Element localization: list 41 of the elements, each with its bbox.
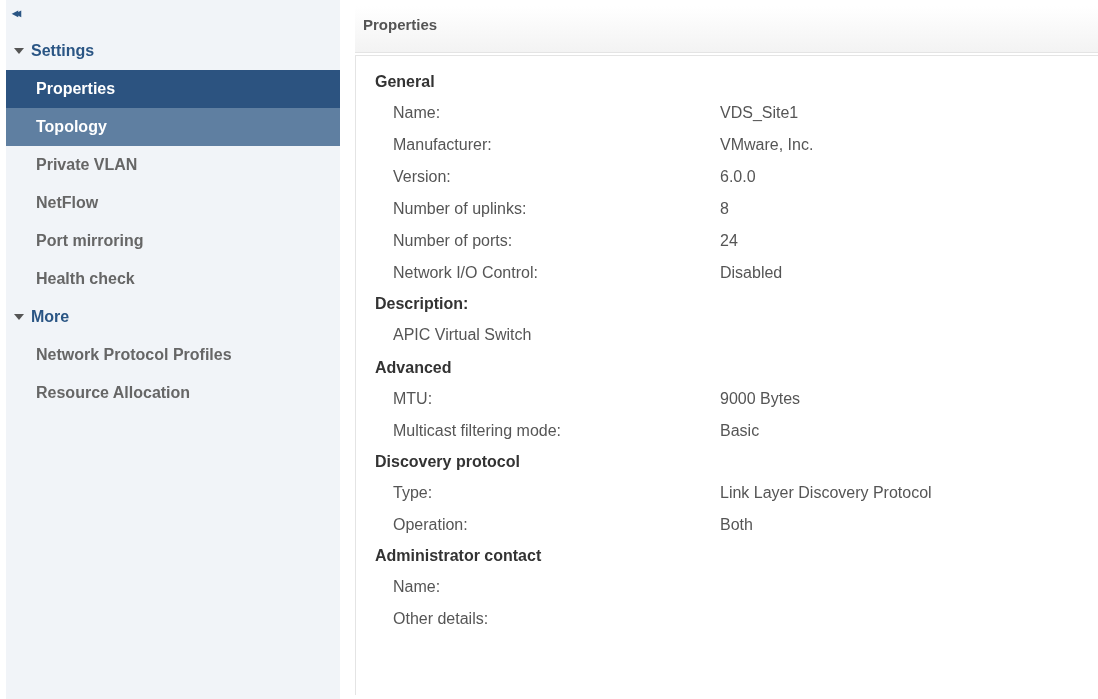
property-label: Name:	[393, 577, 442, 597]
property-value: Link Layer Discovery Protocol	[720, 483, 933, 503]
property-label: Version:	[393, 167, 452, 187]
sidebar-item[interactable]: Health check	[6, 260, 340, 298]
section-title: Advanced	[375, 358, 453, 378]
sidebar-item[interactable]: Private VLAN	[6, 146, 340, 184]
property-value: Basic	[720, 421, 761, 441]
property-value: Disabled	[720, 263, 784, 283]
group-header[interactable]: Settings	[6, 32, 340, 70]
property-value: 9000 Bytes	[720, 389, 802, 409]
property-label: Number of ports:	[393, 231, 514, 251]
property-value: 24	[720, 231, 739, 251]
sidebar-item[interactable]: Resource Allocation	[6, 374, 340, 412]
property-label: MTU:	[393, 389, 434, 409]
sidebar-item[interactable]: Network Protocol Profiles	[6, 336, 340, 374]
section-title: Discovery protocol	[375, 452, 521, 472]
caret-icon[interactable]	[14, 48, 24, 54]
section-title: Administrator contact	[375, 546, 543, 566]
property-label: Manufacturer:	[393, 135, 493, 155]
description-text: APIC Virtual Switch	[392, 325, 533, 345]
group-header[interactable]: More	[6, 298, 340, 336]
property-label: Number of uplinks:	[393, 199, 528, 219]
property-label: Network I/O Control:	[393, 263, 539, 283]
property-value: Both	[720, 515, 754, 535]
sidebar-item[interactable]: NetFlow	[6, 184, 340, 222]
property-value: 6.0.0	[720, 167, 757, 187]
collapse-icon[interactable]: ◂◂	[6, 0, 340, 32]
property-label: Name:	[393, 103, 442, 123]
section-title: General	[375, 72, 436, 92]
caret-icon[interactable]	[14, 314, 24, 320]
sidebar-item[interactable]: Topology	[6, 108, 340, 146]
property-value: VDS_Site1	[720, 103, 800, 123]
sidebar-item[interactable]: Port mirroring	[6, 222, 340, 260]
sidebar-item[interactable]: Properties	[6, 70, 340, 108]
property-label: Multicast filtering mode:	[393, 421, 563, 441]
property-value: 8	[720, 199, 730, 219]
property-value: VMware, Inc.	[720, 135, 815, 155]
property-label: Type:	[393, 483, 434, 503]
property-label: Other details:	[393, 609, 490, 629]
section-title: Description:	[375, 294, 470, 314]
property-label: Operation:	[393, 515, 469, 535]
